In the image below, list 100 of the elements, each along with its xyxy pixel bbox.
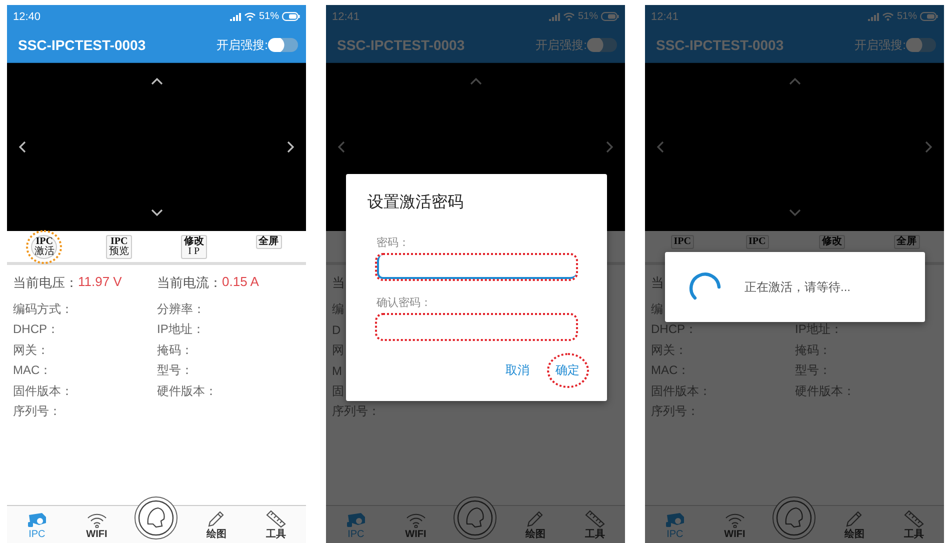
wifi-icon <box>244 12 256 21</box>
field-label: IP地址： <box>795 321 842 338</box>
device-title: SSC-IPCTEST-0003 <box>18 37 146 53</box>
field-label: MAC： <box>13 362 52 380</box>
nav-tab[interactable]: WIFI <box>386 512 446 540</box>
field-label: 序列号： <box>651 403 699 420</box>
battery-percent: 51% <box>258 11 279 22</box>
wifi-icon <box>724 512 745 528</box>
chevron-right-icon[interactable] <box>287 140 295 153</box>
field-label: 编 <box>651 300 663 318</box>
field-label: 编码方式： <box>13 300 73 318</box>
field-label: D <box>332 322 341 337</box>
field-label: 硬件版本： <box>795 382 855 400</box>
ruler-icon <box>904 510 924 528</box>
reading-label: 当前电流： <box>157 274 222 292</box>
camera-icon <box>664 512 685 528</box>
pencil-icon <box>207 510 226 528</box>
field-label: 网关： <box>651 342 687 359</box>
signal-icon <box>548 12 560 20</box>
search-toggle[interactable] <box>906 38 936 52</box>
tool-button[interactable]: IPC <box>746 235 769 249</box>
nav-tab[interactable]: 绘图 <box>505 510 566 540</box>
field-label: 掩码： <box>795 342 831 359</box>
tool-button[interactable]: 全屏 <box>894 235 920 249</box>
wifi-icon <box>562 12 575 21</box>
nav-tab[interactable]: IPC <box>645 512 705 540</box>
chevron-left-icon[interactable] <box>18 140 26 153</box>
ruler-icon <box>266 510 286 528</box>
field-label: DHCP： <box>651 321 698 338</box>
tool-button[interactable]: 修改 I P <box>180 235 207 259</box>
reading-label: 当 <box>651 274 664 292</box>
nav-tab[interactable]: 工具 <box>246 510 306 540</box>
wifi-icon <box>882 12 894 21</box>
field-label: IP地址： <box>157 321 204 338</box>
nav-tab[interactable]: WIFI <box>66 512 127 540</box>
signal-icon <box>230 12 241 20</box>
battery-icon <box>282 12 300 21</box>
search-toggle[interactable] <box>268 38 298 52</box>
nav-tab[interactable]: WIFI <box>704 512 765 540</box>
reading-label: 当 <box>332 274 345 292</box>
reading-label: 当前电压： <box>13 274 78 292</box>
field-label: 编 <box>332 300 344 318</box>
password-field[interactable] <box>376 254 576 278</box>
input-label: 密码： <box>376 236 410 250</box>
field-label: 掩码： <box>157 342 193 359</box>
nav-tab[interactable]: 绘图 <box>186 510 246 540</box>
search-toggle[interactable] <box>587 38 617 52</box>
input-label: 确认密码： <box>376 296 432 310</box>
field-label: 固件版本： <box>13 382 73 400</box>
nav-tab[interactable]: IPC <box>326 512 386 540</box>
chevron-down-icon[interactable] <box>150 208 162 217</box>
ruler-icon <box>585 510 606 528</box>
clock-time: 12:41 <box>651 10 679 22</box>
reading-value: 0.15 A <box>222 274 259 291</box>
clock-time: 12:41 <box>332 10 360 22</box>
dialog-title: 设置激活密码 <box>368 192 464 212</box>
field-label: 硬件版本： <box>157 382 217 400</box>
nav-tab[interactable]: IPC <box>7 512 67 540</box>
field-label: M <box>332 364 342 378</box>
reading-value: 11.97 V <box>78 274 122 291</box>
toggle-label: 开启强搜: <box>854 36 906 54</box>
device-title: SSC-IPCTEST-0003 <box>656 37 784 53</box>
toggle-label: 开启强搜: <box>536 36 587 54</box>
wifi-icon <box>86 512 107 528</box>
device-title: SSC-IPCTEST-0003 <box>337 37 465 53</box>
battery-percent: 51% <box>896 11 917 22</box>
field-label: 序列号： <box>332 403 380 420</box>
tool-button[interactable]: 修改 <box>818 235 845 249</box>
toggle-label: 开启强搜: <box>216 36 268 54</box>
tool-button[interactable]: IPC <box>670 235 694 249</box>
field-label: MAC： <box>651 362 690 380</box>
battery-icon <box>920 12 938 21</box>
field-label: DHCP： <box>13 321 60 338</box>
emblem-icon[interactable] <box>134 496 178 540</box>
field-label: 固件版本： <box>651 382 711 400</box>
clock-time: 12:40 <box>13 10 41 22</box>
field-label: 网关： <box>13 342 49 359</box>
field-label: 分辨率： <box>157 300 205 318</box>
camera-icon <box>346 512 366 528</box>
field-label: 型号： <box>795 362 831 380</box>
signal-icon <box>868 12 879 20</box>
camera-icon <box>26 512 47 528</box>
nav-tab[interactable]: 工具 <box>565 510 625 540</box>
nav-tab[interactable]: 绘图 <box>824 510 884 540</box>
field-label: 序列号： <box>13 403 61 420</box>
wifi-icon <box>406 512 426 528</box>
field-label: 固 <box>332 382 344 400</box>
field-label: 型号： <box>157 362 193 380</box>
battery-icon <box>601 12 619 21</box>
tool-button[interactable]: 全屏 <box>256 235 282 249</box>
pencil-icon <box>845 510 864 528</box>
password-field[interactable] <box>376 314 576 338</box>
dialog-button[interactable]: 取消 <box>500 356 536 384</box>
field-label: 网 <box>332 342 344 359</box>
tool-button[interactable]: IPC 预览 <box>106 235 132 259</box>
progress-message: 正在激活，请等待... <box>744 278 851 296</box>
pencil-icon <box>526 510 544 528</box>
nav-tab[interactable]: 工具 <box>884 510 944 540</box>
chevron-up-icon[interactable] <box>150 77 162 85</box>
battery-percent: 51% <box>578 11 598 22</box>
